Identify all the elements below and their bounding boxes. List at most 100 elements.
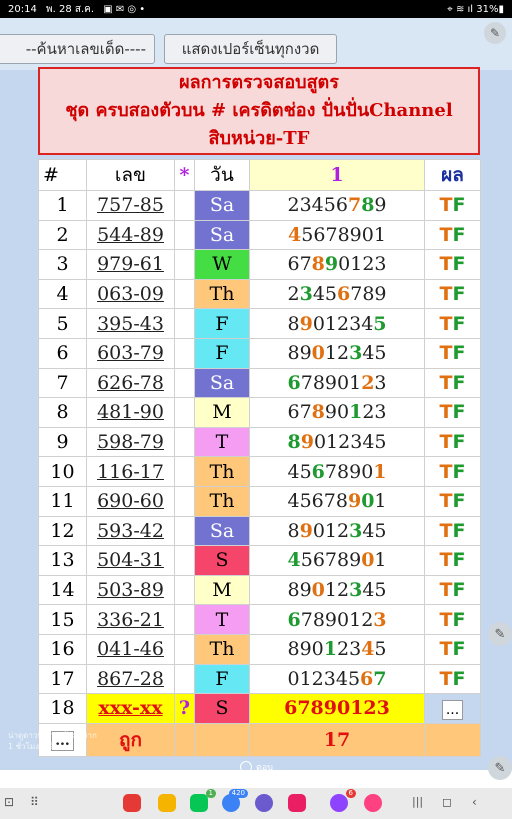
row-number[interactable]: 481-90 bbox=[86, 397, 175, 428]
apps-grid-icon[interactable]: ⠿ bbox=[30, 795, 39, 809]
row-number[interactable]: 116-17 bbox=[86, 456, 175, 487]
row-mark bbox=[174, 456, 195, 487]
row-index: 4 bbox=[38, 278, 87, 310]
result-f: F bbox=[452, 371, 466, 394]
show-percent-button[interactable]: แสดงเปอร์เซ็นทุกงวด bbox=[164, 34, 337, 64]
row-number[interactable]: 503-89 bbox=[86, 574, 175, 606]
row-result: TF bbox=[424, 633, 481, 665]
title-line-1: ผลการตรวจสอบสูตร bbox=[179, 72, 339, 93]
title-line-3: สิบหน่วย-TF bbox=[208, 128, 310, 149]
row-sequence: 23456789 bbox=[249, 278, 425, 310]
results-table: # เลข * วัน 1 ผล 1 757-85 Sa 23456789 TF 2 544… bbox=[38, 159, 481, 757]
result-f: F bbox=[452, 638, 466, 661]
status-date: พ. 28 ส.ค. bbox=[46, 3, 95, 15]
row-number[interactable]: 336-21 bbox=[86, 604, 175, 635]
row-number[interactable]: 757-85 bbox=[86, 190, 175, 221]
row-sequence: 01234567 bbox=[249, 663, 425, 695]
result-f: F bbox=[452, 549, 466, 572]
title-line-2: ชุด ครบสองตัวบน # เครดิตช่อง ปั่นปั่นCha… bbox=[65, 100, 453, 121]
row-result: TF bbox=[424, 219, 481, 251]
search-lucky-number-button[interactable]: --ค้นหาเลขเด็ด---- bbox=[0, 34, 155, 64]
more-button[interactable]: ... bbox=[441, 699, 464, 720]
row-index: 12 bbox=[38, 515, 87, 547]
summary-empty bbox=[424, 722, 481, 757]
result-t: T bbox=[439, 549, 453, 572]
row-number[interactable]: 395-43 bbox=[86, 308, 175, 339]
row-sequence: 89012345 bbox=[249, 515, 425, 547]
row-sequence: 67890123 bbox=[249, 397, 425, 428]
table-row: 11 690-60 Th 45678901 TF bbox=[38, 485, 481, 517]
row-number[interactable]: 063-09 bbox=[86, 278, 175, 310]
result-f: F bbox=[452, 401, 466, 424]
draw-pen-icon[interactable]: ✎ bbox=[488, 756, 512, 780]
row-number[interactable]: 593-42 bbox=[86, 515, 175, 547]
summary-empty bbox=[194, 722, 250, 757]
pen-icon[interactable]: ✎ bbox=[484, 22, 506, 44]
row-sequence: 67890123 bbox=[249, 367, 425, 399]
comment-button[interactable]: ตอบ bbox=[240, 760, 273, 774]
row-sequence: 45678901 bbox=[249, 485, 425, 517]
table-row: 6 603-79 F 89012345 TF bbox=[38, 337, 481, 369]
row-sequence: 89012345 bbox=[249, 337, 425, 369]
row-result: TF bbox=[424, 456, 481, 487]
result-t: T bbox=[439, 519, 453, 542]
row-sequence: 89012345 bbox=[249, 308, 425, 339]
result-f: F bbox=[452, 253, 466, 276]
notes-icon[interactable] bbox=[158, 794, 176, 812]
pending-number[interactable]: xxx-xx bbox=[86, 693, 175, 724]
row-number[interactable]: 504-31 bbox=[86, 545, 175, 576]
result-f: F bbox=[452, 579, 466, 602]
row-mark bbox=[174, 604, 195, 635]
row-index: 13 bbox=[38, 545, 87, 576]
row-number[interactable]: 867-28 bbox=[86, 663, 175, 695]
row-number[interactable]: 598-79 bbox=[86, 426, 175, 458]
line-icon[interactable]: 1 bbox=[190, 789, 216, 812]
edit-pen-icon[interactable]: ✎ bbox=[488, 622, 512, 646]
status-time: 20:14 bbox=[8, 3, 37, 15]
top-toolbar: --ค้นหาเลขเด็ด---- แสดงเปอร์เซ็นทุกงวด ✎ bbox=[0, 18, 512, 70]
result-t: T bbox=[439, 371, 453, 394]
result-f: F bbox=[452, 431, 466, 454]
row-sequence: 89012345 bbox=[249, 633, 425, 665]
post-overlay: น่าดูดาวที่ ผ่านเข้ามามาก 1 ชั่วโมงที่แล… bbox=[8, 730, 97, 752]
result-f: F bbox=[452, 667, 466, 690]
blossom-icon[interactable] bbox=[364, 794, 382, 812]
samsung-internet-icon[interactable] bbox=[255, 794, 273, 812]
row-result: TF bbox=[424, 367, 481, 399]
home-icon[interactable]: ◻ bbox=[442, 795, 452, 809]
header-day: วัน bbox=[194, 159, 250, 191]
comment-icon bbox=[240, 761, 252, 773]
table-row: 14 503-89 M 89012345 TF bbox=[38, 574, 481, 606]
row-mark bbox=[174, 545, 195, 576]
table-row: 3 979-61 W 67890123 TF bbox=[38, 249, 481, 280]
screen-recorder-icon[interactable] bbox=[288, 794, 306, 812]
flipboard-icon[interactable] bbox=[123, 794, 141, 812]
row-mark bbox=[174, 574, 195, 606]
row-index: 16 bbox=[38, 633, 87, 665]
summary-count: 17 bbox=[249, 722, 425, 757]
messenger-icon[interactable]: 6 bbox=[330, 789, 356, 812]
result-t: T bbox=[439, 579, 453, 602]
row-sequence: 67890123 bbox=[249, 249, 425, 280]
result-f: F bbox=[452, 312, 466, 335]
table-row: 10 116-17 Th 45678901 TF bbox=[38, 456, 481, 487]
row-number[interactable]: 603-79 bbox=[86, 337, 175, 369]
row-number[interactable]: 041-46 bbox=[86, 633, 175, 665]
row-number[interactable]: 979-61 bbox=[86, 249, 175, 280]
row-day: S bbox=[194, 545, 250, 576]
row-number[interactable]: 690-60 bbox=[86, 485, 175, 517]
recent-apps-icon[interactable]: ||| bbox=[412, 795, 423, 808]
table-row: 12 593-42 Sa 89012345 TF bbox=[38, 515, 481, 547]
messages-icon[interactable]: 420 bbox=[222, 789, 248, 812]
table-row: 15 336-21 T 67890123 TF bbox=[38, 604, 481, 635]
back-icon[interactable]: ‹ bbox=[472, 795, 477, 809]
row-sequence: 89012345 bbox=[249, 574, 425, 606]
row-number[interactable]: 544-89 bbox=[86, 219, 175, 251]
row-index: 18 bbox=[38, 693, 87, 724]
app-drawer-icon[interactable]: ⊡ bbox=[4, 795, 14, 809]
row-result: TF bbox=[424, 249, 481, 280]
row-result: TF bbox=[424, 278, 481, 310]
status-bar: 20:14 พ. 28 ส.ค. ▣ ✉ ◎ • ⌖ ≋ ıl 31%▮ bbox=[0, 0, 512, 18]
table-row: 5 395-43 F 89012345 TF bbox=[38, 308, 481, 339]
row-number[interactable]: 626-78 bbox=[86, 367, 175, 399]
